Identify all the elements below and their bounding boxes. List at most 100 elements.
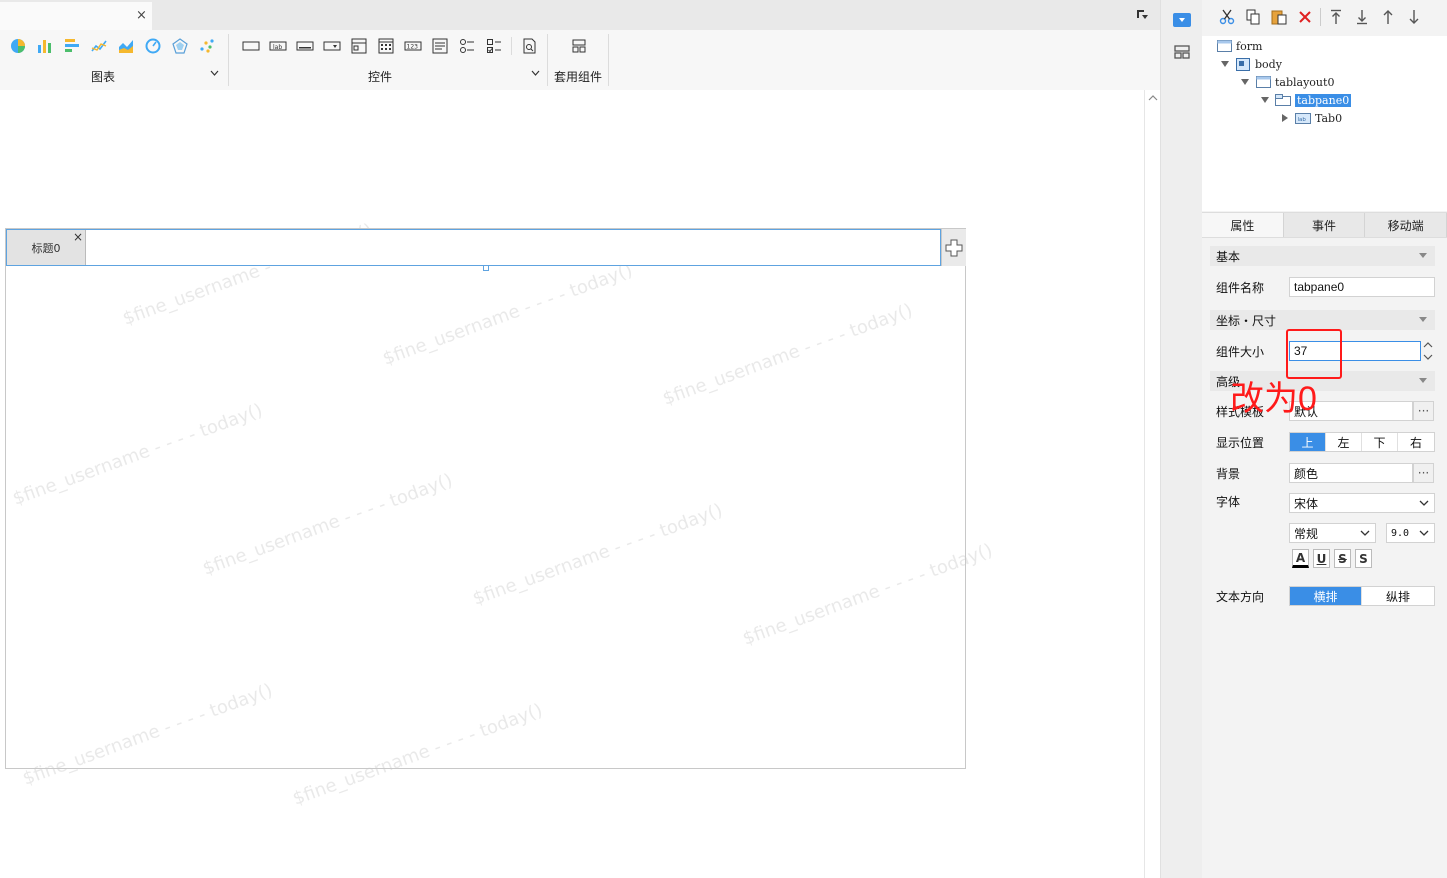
component-size-input[interactable]: 37: [1289, 341, 1421, 361]
control-group-chevron-down-icon[interactable]: [531, 70, 540, 78]
move-to-bottom-icon[interactable]: [1349, 7, 1375, 27]
font-size-select[interactable]: 9.0: [1386, 523, 1435, 543]
bar-chart-icon[interactable]: [31, 36, 58, 56]
position-top-button[interactable]: 上: [1290, 433, 1326, 451]
number-widget-icon[interactable]: 123: [399, 36, 426, 56]
collapsed-arrow-icon[interactable]: [1280, 113, 1290, 123]
area-chart-icon[interactable]: [112, 36, 139, 56]
textarea-widget-icon[interactable]: [426, 36, 453, 56]
component-name-input[interactable]: tabpane0: [1289, 277, 1435, 297]
tabpane-widget[interactable]: 标题0 ×: [5, 228, 966, 769]
reusable-component-icon[interactable]: [565, 36, 592, 56]
pie-chart-icon[interactable]: [4, 36, 31, 56]
cut-icon[interactable]: [1214, 7, 1240, 27]
section-coords-header[interactable]: 坐标・尺寸: [1210, 310, 1435, 330]
horizontal-text-button[interactable]: 横排: [1290, 587, 1362, 605]
tab-label-icon: lab: [1295, 112, 1311, 125]
button-widget-icon[interactable]: [291, 36, 318, 56]
copy-icon[interactable]: [1240, 7, 1266, 27]
vertical-text-button[interactable]: 纵排: [1362, 587, 1434, 605]
expanded-arrow-icon[interactable]: [1260, 95, 1270, 105]
tab-mobile[interactable]: 移动端: [1365, 213, 1447, 237]
move-up-icon[interactable]: [1375, 7, 1401, 27]
font-family-select[interactable]: 宋体: [1289, 493, 1435, 513]
expanded-arrow-icon[interactable]: [1240, 77, 1250, 87]
tree-node-tablayout0[interactable]: tablayout0: [1240, 73, 1334, 91]
radio-group-widget-icon[interactable]: [453, 36, 480, 56]
style-template-more-button[interactable]: ···: [1413, 401, 1434, 421]
chevron-down-icon: [1416, 496, 1432, 510]
scatter-chart-icon[interactable]: [193, 36, 220, 56]
layout-panel-icon[interactable]: [1171, 41, 1193, 63]
query-widget-icon[interactable]: [516, 36, 543, 56]
tree-node-selected-label: tabpane0: [1295, 93, 1352, 107]
date-widget-icon[interactable]: [372, 36, 399, 56]
strikethrough-button[interactable]: S: [1334, 549, 1351, 568]
move-down-icon[interactable]: [1401, 7, 1427, 27]
toolbar-separator: [1320, 8, 1321, 26]
form-widget-icon[interactable]: [345, 36, 372, 56]
underline-button[interactable]: U: [1313, 549, 1330, 568]
tab-title0[interactable]: 标题0 ×: [7, 230, 86, 265]
document-tab-close-icon[interactable]: ×: [136, 8, 147, 23]
tab-attributes[interactable]: 属性: [1202, 213, 1284, 237]
background-input[interactable]: 颜色: [1289, 463, 1413, 483]
property-tabs: 属性 事件 移动端: [1202, 212, 1447, 238]
textbox-widget-icon[interactable]: [237, 36, 264, 56]
move-to-top-icon[interactable]: [1323, 7, 1349, 27]
label-widget-icon[interactable]: lab: [264, 36, 291, 56]
paste-icon[interactable]: [1266, 7, 1292, 27]
tree-node-body[interactable]: body: [1220, 55, 1282, 73]
form-icon: [1216, 40, 1232, 53]
designer-window: × 图表 lab 123 控件 套用组件 $fine_username - - …: [0, 0, 1447, 878]
font-style-select[interactable]: 常规: [1289, 523, 1376, 543]
document-tab-strip: ×: [0, 0, 1160, 30]
tree-node-tabpane0[interactable]: tabpane0: [1260, 91, 1352, 109]
tablayout-icon: [1255, 76, 1271, 89]
svg-text:lab: lab: [1298, 117, 1307, 123]
size-stepper[interactable]: [1423, 341, 1435, 361]
delete-icon[interactable]: [1292, 7, 1318, 27]
component-tree: form body tablayout0 tabpane0 lab Tab0: [1202, 36, 1447, 211]
body-icon: [1235, 57, 1251, 71]
tab-events[interactable]: 事件: [1283, 213, 1366, 237]
gauge-chart-icon[interactable]: [139, 36, 166, 56]
resize-handle[interactable]: [483, 265, 489, 271]
control-divider: [511, 37, 512, 55]
background-more-button[interactable]: ···: [1413, 463, 1434, 483]
position-left-button[interactable]: 左: [1326, 433, 1362, 451]
position-right-button[interactable]: 右: [1398, 433, 1434, 451]
radar-chart-icon[interactable]: [166, 36, 193, 56]
position-bottom-button[interactable]: 下: [1362, 433, 1398, 451]
display-position-label: 显示位置: [1216, 436, 1265, 450]
line-chart-icon[interactable]: [85, 36, 112, 56]
canvas-vertical-scrollbar[interactable]: [1144, 90, 1160, 878]
style-template-input[interactable]: 默认: [1289, 401, 1413, 421]
display-position-segmented: 上 左 下 右: [1289, 432, 1435, 452]
font-color-button[interactable]: A: [1292, 549, 1309, 568]
chart-group-label: 图表: [91, 70, 116, 84]
section-basic-header[interactable]: 基本: [1210, 246, 1435, 266]
checkbox-group-widget-icon[interactable]: [480, 36, 507, 56]
property-panel: form body tablayout0 tabpane0 lab Tab0 属…: [1202, 0, 1447, 878]
widget-settings-icon[interactable]: [1171, 9, 1193, 31]
expanded-arrow-icon[interactable]: [1220, 59, 1230, 69]
panel-menu-icon[interactable]: [1136, 8, 1150, 22]
document-tab[interactable]: ×: [0, 2, 152, 30]
design-canvas[interactable]: $fine_username - - - - today() $fine_use…: [0, 90, 1144, 878]
tree-toolbar: [1202, 0, 1447, 34]
tab-close-icon[interactable]: ×: [73, 230, 83, 244]
style-template-label: 样式模板: [1216, 405, 1265, 419]
combobox-widget-icon[interactable]: [318, 36, 345, 56]
step-down-icon: [1423, 354, 1433, 360]
horizontal-bar-chart-icon[interactable]: [58, 36, 85, 56]
add-tab-icon[interactable]: [941, 229, 966, 266]
section-advanced-header[interactable]: 高级: [1210, 371, 1435, 391]
chart-group-chevron-down-icon[interactable]: [210, 70, 219, 78]
control-group: lab 123 控件: [229, 30, 547, 90]
shadow-button[interactable]: S: [1355, 549, 1372, 568]
tree-node-form[interactable]: form: [1216, 37, 1262, 55]
tree-node-tab0[interactable]: lab Tab0: [1280, 109, 1342, 127]
tab-header-bar[interactable]: 标题0 ×: [6, 229, 941, 271]
background-label: 背景: [1216, 467, 1241, 481]
